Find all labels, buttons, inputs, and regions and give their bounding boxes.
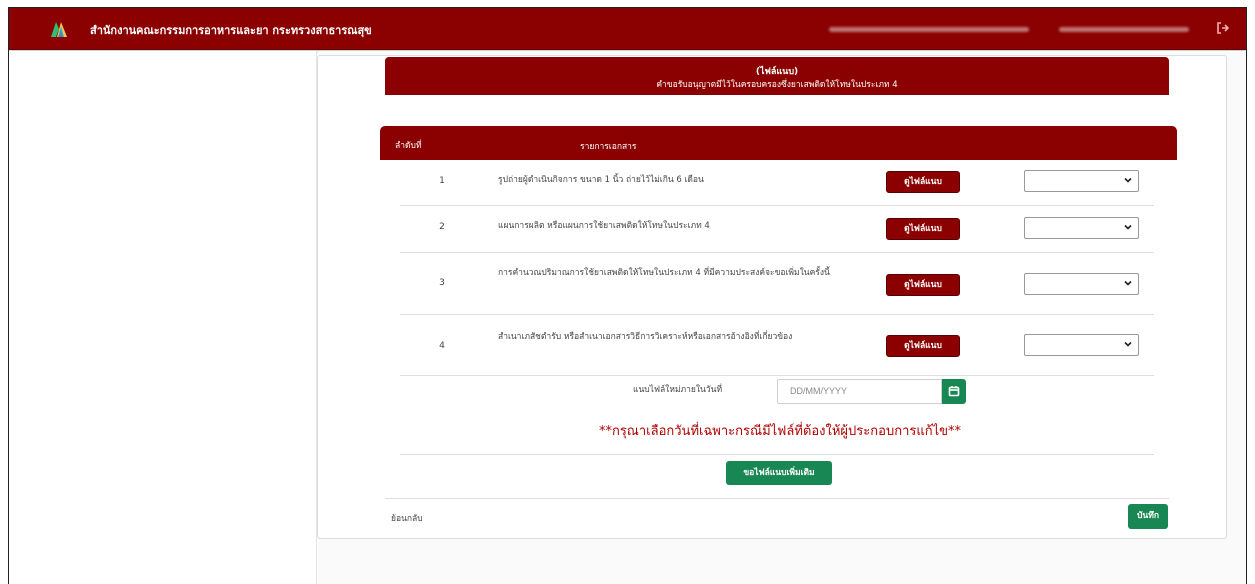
date-warning: **กรุณาเลือกวันที่เฉพาะกรณีมีไฟล์ที่ต้อง… [598,424,962,439]
row-3-view-attachment-button[interactable]: ดูไฟล์แนบ [886,274,960,296]
header-doc: รายการเอกสาร [580,142,637,152]
divider [385,498,1169,499]
row-2-document: แผนการผลิต หรือแผนการใช้ยาเสพติดให้โทษใน… [498,221,710,231]
chevron-down-icon [1124,280,1132,286]
row-divider [400,375,1154,376]
request-more-attachments-button[interactable]: ขอไฟล์แนบเพิ่มเติม [726,461,832,485]
row-4-number: 4 [439,341,445,351]
banner-subtitle: คำขอรับอนุญาตมีไว้ในครอบครองซึ่งยาเสพติด… [656,80,898,90]
row-divider [400,314,1154,315]
redacted-user-info [829,27,1029,32]
redacted-user-role [1059,27,1189,32]
save-button[interactable]: บันทึก [1128,504,1168,529]
row-divider [400,252,1154,253]
chevron-down-icon [1124,341,1132,347]
header-seq: ลำดับที่ [395,141,422,151]
row-3-status-select[interactable] [1024,273,1139,295]
calendar-button[interactable] [942,379,966,404]
row-3-document: การคำนวณปริมาณการใช้ยาเสพติดให้โทษในประเ… [498,268,830,278]
fda-logo-icon[interactable] [50,20,68,38]
top-navbar: สำนักงานคณะกรรมการอาหารและยา กระทรวงสาธา… [9,8,1246,50]
date-label: แนบไฟล์ใหม่ภายในวันที่ [633,385,723,395]
row-4-view-attachment-button[interactable]: ดูไฟล์แนบ [886,335,960,357]
logout-icon[interactable] [1216,21,1230,35]
table-header: ลำดับที่ รายการเอกสาร [380,126,1177,160]
row-1-document: รูปถ่ายผู้ดำเนินกิจการ ขนาด 1 นิ้ว ถ่ายไ… [498,175,704,185]
row-1-view-attachment-button[interactable]: ดูไฟล์แนบ [886,171,960,193]
date-input[interactable]: DD/MM/YYYY [777,379,942,404]
row-4-document: สำเนาเภสัชตำรับ หรือสำเนาเอกสารวิธีการวิ… [498,332,793,342]
sidebar [9,51,317,584]
form-banner: (ไฟล์แนบ) คำขอรับอนุญาตมีไว้ในครอบครองซึ… [385,57,1169,95]
row-1-status-select[interactable] [1024,170,1139,192]
row-2-number: 2 [439,222,445,232]
chevron-down-icon [1124,224,1132,230]
chevron-down-icon [1124,177,1132,183]
row-1-number: 1 [439,176,445,186]
row-3-number: 3 [439,278,445,288]
row-4-status-select[interactable] [1024,334,1139,356]
app-title: สำนักงานคณะกรรมการอาหารและยา กระทรวงสาธา… [90,24,372,37]
back-link[interactable]: ย้อนกลับ [391,511,423,525]
calendar-icon [948,386,960,397]
row-divider [400,205,1154,206]
divider [400,454,1154,455]
row-2-status-select[interactable] [1024,217,1139,239]
row-2-view-attachment-button[interactable]: ดูไฟล์แนบ [886,218,960,240]
banner-title: (ไฟล์แนบ) [755,67,799,77]
